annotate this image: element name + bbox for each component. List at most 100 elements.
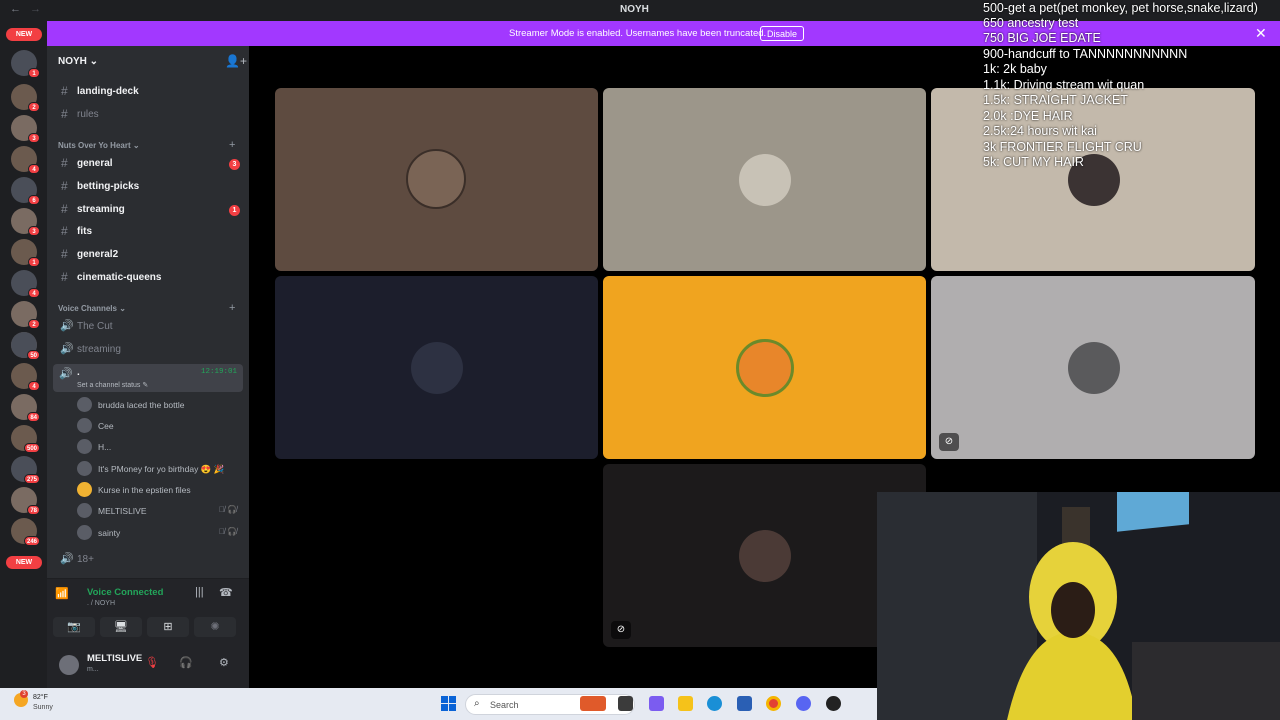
avatar[interactable]	[59, 655, 79, 675]
participant-tile[interactable]	[275, 276, 598, 459]
channel-cinematic-queens[interactable]: # cinematic-queens	[57, 268, 243, 288]
avatar	[77, 397, 92, 412]
hash-icon: #	[61, 156, 68, 170]
mention-badge: 2	[28, 102, 40, 112]
category-header[interactable]: Nuts Over Yo Heart ⌄	[58, 141, 140, 150]
server-icon[interactable]: 1	[11, 50, 40, 78]
voice-member[interactable]: brudda laced the bottle	[77, 395, 243, 415]
file-explorer-icon[interactable]	[678, 696, 693, 711]
server-icon[interactable]: 3	[11, 115, 40, 143]
server-icon[interactable]: 84	[11, 394, 40, 422]
unread-badge: 3	[229, 159, 240, 170]
server-icon[interactable]: 500	[11, 425, 40, 453]
windows-start-icon[interactable]	[441, 696, 456, 711]
active-voice-channel[interactable]: 🔊 . 12:19:01 Set a channel status ✎	[53, 364, 243, 392]
avatar	[739, 154, 791, 206]
unread-badge: 1	[229, 205, 240, 216]
channel-landing-deck[interactable]: # landing-deck	[57, 82, 243, 102]
add-voice-channel-icon[interactable]: +	[229, 302, 235, 314]
server-icon[interactable]: 275	[11, 456, 40, 484]
mention-badge: 50	[27, 350, 40, 360]
taskbar-search[interactable]: ⌕ Search	[465, 694, 635, 715]
server-name[interactable]: NOYH ⌄	[58, 56, 98, 67]
server-icon[interactable]: 6	[11, 177, 40, 205]
copilot-icon[interactable]	[649, 696, 664, 711]
discord-icon[interactable]	[796, 696, 811, 711]
server-icon[interactable]: 4	[11, 363, 40, 391]
store-icon[interactable]	[737, 696, 752, 711]
disable-button[interactable]: Disable	[760, 26, 805, 41]
speaker-icon: 🔊	[60, 320, 74, 332]
camera-off-icon: ⊘	[939, 433, 959, 451]
search-icon: ⌕	[474, 698, 480, 709]
server-icon[interactable]: 50	[11, 332, 40, 360]
search-highlight-icon[interactable]	[580, 696, 606, 711]
voice-member[interactable]: It's PMoney for yo birthday 😍 🎉	[77, 459, 243, 479]
stream-goals-overlay: 500-get a pet(pet monkey, pet horse,snak…	[983, 0, 1280, 175]
set-status-link[interactable]: Set a channel status ✎	[77, 381, 148, 389]
voice-channel-streaming[interactable]: 🔊 streaming	[57, 340, 243, 360]
channel-general2[interactable]: # general2	[57, 245, 243, 265]
participant-tile[interactable]	[603, 88, 926, 271]
goal-line: 1.5k: STRAIGHT JACKET	[983, 93, 1128, 107]
server-icon[interactable]: 4	[11, 270, 40, 298]
screen-share-button[interactable]: 🖥	[100, 617, 142, 637]
mention-badge: 2	[28, 319, 40, 329]
server-icon[interactable]: 246	[11, 518, 40, 546]
forward-arrow-icon[interactable]: →	[30, 3, 41, 15]
channel-rules[interactable]: # rules	[57, 105, 243, 125]
soundboard-button[interactable]: ✺	[194, 617, 236, 637]
voice-member[interactable]: sainty 🎙̸ 🎧̸	[77, 523, 243, 543]
channel-fits[interactable]: # fits	[57, 222, 243, 242]
mention-badge: 1	[28, 68, 40, 78]
participant-tile[interactable]	[275, 88, 598, 271]
goal-line: 5k: CUT MY HAIR	[983, 155, 1084, 169]
server-icon[interactable]: 2	[11, 84, 40, 112]
deafen-icon[interactable]: 🎧	[179, 656, 193, 669]
voice-member[interactable]: MELTISLIVE 🎙̸ 🎧̸	[77, 501, 243, 521]
gear-icon[interactable]: ⚙	[219, 656, 229, 669]
noise-suppression-icon[interactable]: |||	[195, 586, 204, 598]
voice-member[interactable]: Kurse in the epstien files	[77, 480, 243, 500]
hash-icon: #	[61, 270, 68, 284]
server-icon[interactable]: 1	[11, 239, 40, 267]
voice-member[interactable]: Cee	[77, 416, 243, 436]
server-icon[interactable]: 4	[11, 146, 40, 174]
mention-badge: 84	[27, 412, 40, 422]
mention-badge: 4	[28, 164, 40, 174]
server-icon[interactable]: 78	[11, 487, 40, 515]
invite-icon[interactable]: 👤+	[225, 54, 247, 68]
activities-button[interactable]: ⊞	[147, 617, 189, 637]
username[interactable]: MELTISLIVE	[87, 653, 142, 664]
mention-badge: 4	[28, 288, 40, 298]
channel-label: landing-deck	[77, 86, 139, 97]
channel-general[interactable]: # general 3	[57, 154, 243, 174]
camera-button[interactable]: 📷	[53, 617, 95, 637]
chrome-icon[interactable]	[766, 696, 781, 711]
disconnect-icon[interactable]: ☎	[219, 586, 233, 599]
server-icon[interactable]: 3	[11, 208, 40, 236]
goal-line: 1.1k: Driving stream wit quan	[983, 78, 1145, 92]
voice-channel-the-cut[interactable]: 🔊 The Cut	[57, 317, 243, 337]
voice-member[interactable]: H...	[77, 437, 243, 457]
obs-icon[interactable]	[826, 696, 841, 711]
signal-icon[interactable]: 📶	[55, 587, 69, 600]
mute-mic-icon[interactable]: 🎙	[145, 656, 159, 669]
channel-betting-picks[interactable]: # betting-picks	[57, 177, 243, 197]
server-icon[interactable]: 2	[11, 301, 40, 329]
voice-category-header[interactable]: Voice Channels ⌄	[58, 304, 126, 313]
task-view-icon[interactable]	[618, 696, 633, 711]
edge-icon[interactable]	[707, 696, 722, 711]
mention-badge: 4	[28, 381, 40, 391]
new-pill[interactable]: NEW	[6, 28, 42, 41]
voice-status[interactable]: Voice Connected	[87, 587, 163, 598]
avatar	[1068, 342, 1120, 394]
goal-line: 3k FRONTIER FLIGHT CRU	[983, 140, 1142, 154]
participant-tile[interactable]: ⊘	[931, 276, 1255, 459]
channel-streaming[interactable]: # streaming 1	[57, 200, 243, 220]
new-pill-bottom[interactable]: NEW	[6, 556, 42, 569]
participant-tile[interactable]	[603, 276, 926, 459]
voice-channel-18plus[interactable]: 🔊 18+	[57, 550, 243, 570]
back-arrow-icon[interactable]: ←	[10, 3, 21, 15]
add-channel-icon[interactable]: +	[229, 139, 235, 151]
